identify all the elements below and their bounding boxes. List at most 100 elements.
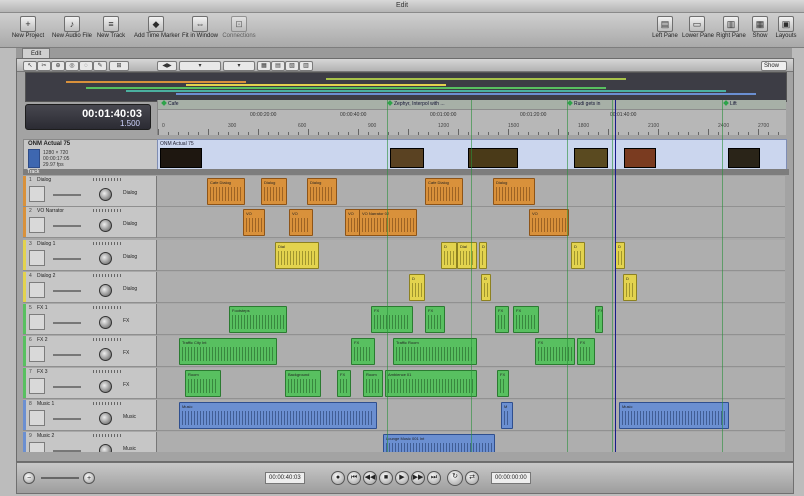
volume-slider[interactable] [53, 450, 81, 452]
volume-slider[interactable] [53, 386, 81, 388]
volume-slider[interactable] [53, 194, 81, 196]
edit-mode-select[interactable]: ▾ [179, 61, 221, 71]
volume-slider[interactable] [53, 418, 81, 420]
timecode-display[interactable]: 00:01:40:03 1.500 [25, 104, 151, 130]
fast-forward-button[interactable]: ▶▶ [411, 471, 425, 485]
play-button[interactable]: ▶ [395, 471, 409, 485]
video-strip[interactable]: ONM Actual 75 [157, 139, 787, 171]
go-to-start-button[interactable]: ⏮ [347, 471, 361, 485]
track-header[interactable]: 4 Dialog 2 Dialog [23, 272, 157, 303]
pan-knob[interactable] [99, 444, 112, 452]
time-marker[interactable]: Zephyr, Interpol with ... [387, 100, 445, 109]
volume-slider[interactable] [53, 258, 81, 260]
audio-clip[interactable]: VO Narrator 02 [359, 209, 417, 236]
lower-pane-button[interactable]: ▭ Lower Pane [682, 16, 714, 46]
view-option-1[interactable]: ▦ [257, 61, 271, 71]
current-time-field[interactable]: 00:00:40:03 [265, 472, 305, 484]
audio-clip[interactable]: D [571, 242, 585, 269]
track-mode[interactable]: FX [123, 318, 129, 324]
new-audio-file-button[interactable]: ♪ New Audio File [50, 16, 94, 46]
connections-button[interactable]: ⊡ Connections [222, 16, 256, 46]
fit-in-window-button[interactable]: ⇔ Fit in Window [180, 16, 220, 46]
rewind-button[interactable]: ◀◀ [363, 471, 377, 485]
duration-field[interactable]: 00:00:00:00 [491, 472, 531, 484]
audio-clip[interactable]: FX [577, 338, 595, 365]
audio-clip[interactable]: Lounge Music 001 Int [383, 434, 495, 452]
track-mode[interactable]: Dialog [123, 190, 137, 196]
audio-clip[interactable]: Dial [457, 242, 477, 269]
track-mode[interactable]: Dialog [123, 254, 137, 260]
view-option-4[interactable]: ▥ [299, 61, 313, 71]
view-option-2[interactable]: ▤ [271, 61, 285, 71]
track-header[interactable]: 7 FX 3 FX [23, 368, 157, 399]
left-pane-button[interactable]: ▤ Left Pane [652, 16, 678, 46]
track-mode[interactable]: FX [123, 382, 129, 388]
audio-clip[interactable]: Traffic Room [393, 338, 477, 365]
zoom-out-icon[interactable]: − [23, 472, 35, 484]
pencil-tool-button[interactable]: ✎ [93, 61, 107, 71]
right-pane-button[interactable]: ▥ Right Pane [716, 16, 746, 46]
audio-clip[interactable]: VO [529, 209, 569, 236]
audio-clip[interactable]: FX [425, 306, 445, 333]
pan-knob[interactable] [99, 348, 112, 361]
track-header[interactable]: 6 FX 2 FX [23, 336, 157, 367]
track-header[interactable]: 1 Dialog Dialog [23, 176, 157, 207]
volume-slider[interactable] [53, 290, 81, 292]
lasso-tool-button[interactable]: ◌ [79, 61, 93, 71]
audio-clip[interactable]: D [441, 242, 457, 269]
sync-button[interactable]: ⇄ [465, 471, 479, 485]
pan-knob[interactable] [99, 284, 112, 297]
time-marker[interactable]: Lift [723, 100, 737, 109]
audio-clip[interactable]: Dialog [493, 178, 535, 205]
audio-clip[interactable]: FX [337, 370, 351, 397]
video-track-header[interactable]: ONM Actual 75 1280 × 720 00:00:17:05 29.… [23, 139, 159, 171]
audio-clip[interactable]: Traffic City Int [179, 338, 277, 365]
zoom-in-icon[interactable]: + [83, 472, 95, 484]
audio-clip[interactable]: Dial [275, 242, 319, 269]
stop-button[interactable]: ■ [379, 471, 393, 485]
audio-clip[interactable]: Ambience 01 [385, 370, 477, 397]
audio-clip[interactable]: Dialog [261, 178, 287, 205]
audio-clip[interactable]: FX [535, 338, 575, 365]
audio-clip[interactable]: Music [619, 402, 729, 429]
audio-clip[interactable]: D [481, 274, 491, 301]
zoom-slider[interactable] [41, 477, 79, 479]
audio-clip[interactable]: VO [243, 209, 265, 236]
track-mode[interactable]: Music [123, 446, 136, 452]
track-mode[interactable]: FX [123, 350, 129, 356]
go-to-end-button[interactable]: ⏭ [427, 471, 441, 485]
audio-clip[interactable]: VO [289, 209, 313, 236]
audio-clip[interactable]: FX [595, 306, 603, 333]
time-marker[interactable]: Cafe [161, 100, 179, 109]
layouts-button[interactable]: ▣ Layouts [772, 16, 800, 46]
audio-clip[interactable]: FX [371, 306, 413, 333]
playhead[interactable] [615, 100, 616, 452]
new-project-button[interactable]: + New Project [8, 16, 48, 46]
pan-knob[interactable] [99, 219, 112, 232]
scrub-tool-button[interactable]: ◎ [65, 61, 79, 71]
track-mode[interactable]: Dialog [123, 286, 137, 292]
audio-clip[interactable]: Cafe Dialog [207, 178, 245, 205]
volume-slider[interactable] [53, 322, 81, 324]
track-header[interactable]: 8 Music 1 Music [23, 400, 157, 431]
fade-select[interactable]: ▾ [223, 61, 255, 71]
audio-clip[interactable]: Footsteps [229, 306, 287, 333]
new-track-button[interactable]: ≡ New Track [96, 16, 126, 46]
audio-clip[interactable]: D [623, 274, 637, 301]
track-header[interactable]: 2 VO Narrator Dialog [23, 207, 157, 238]
track-header[interactable]: 9 Music 2 Music [23, 432, 157, 452]
audio-clip[interactable]: M [501, 402, 513, 429]
pan-knob[interactable] [99, 380, 112, 393]
audio-clip[interactable]: Room [363, 370, 383, 397]
pan-knob[interactable] [99, 316, 112, 329]
pan-knob[interactable] [99, 252, 112, 265]
snap-toggle[interactable]: ⊞ [109, 61, 129, 71]
audio-clip[interactable]: Background [285, 370, 321, 397]
time-marker[interactable]: Rudi gets in [567, 100, 600, 109]
show-button[interactable]: ▦ Show [750, 16, 770, 46]
audio-clip[interactable]: Dialog [307, 178, 337, 205]
loop-button[interactable]: ↻ [447, 470, 463, 486]
audio-clip[interactable]: Music [179, 402, 377, 429]
audio-clip[interactable]: FX [351, 338, 375, 365]
audio-clip[interactable]: FX [497, 370, 509, 397]
